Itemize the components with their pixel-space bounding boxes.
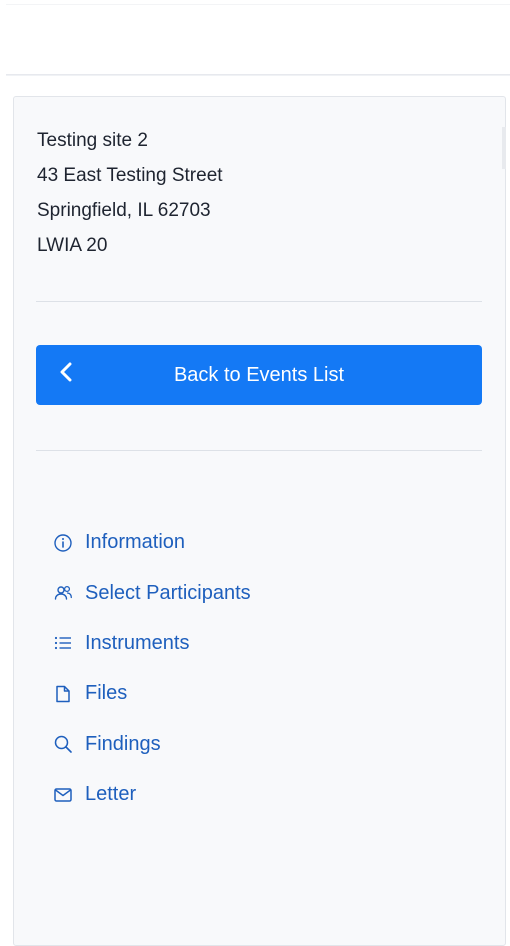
panel-scroll-edge [502, 127, 506, 169]
sidebar-panel: Testing site 2 43 East Testing Street Sp… [13, 96, 506, 946]
site-address: Testing site 2 43 East Testing Street Sp… [37, 123, 223, 263]
back-button-label: Back to Events List [173, 363, 345, 386]
site-name: Testing site 2 [37, 130, 148, 151]
nav-label-select-participants: Select Participants [85, 581, 251, 604]
chevron-left-icon [60, 362, 72, 382]
nav-label-findings: Findings [85, 732, 161, 755]
search-icon [52, 733, 74, 755]
site-street: 43 East Testing Street [37, 165, 223, 186]
header-divider [6, 4, 510, 5]
back-to-events-button[interactable]: Back to Events List [36, 345, 482, 405]
divider-top [36, 301, 482, 302]
site-lwia: LWIA 20 [37, 235, 108, 256]
users-icon [52, 582, 74, 604]
top-header-bar [6, 0, 510, 75]
file-icon [52, 683, 74, 705]
divider-bottom [36, 450, 482, 451]
envelope-icon [52, 784, 74, 806]
site-city-state-zip: Springfield, IL 62703 [37, 200, 211, 221]
nav-item-letter[interactable]: Letter [52, 761, 251, 828]
nav-label-information: Information [85, 531, 186, 554]
info-circle-icon [52, 532, 74, 554]
nav-label-letter: Letter [85, 783, 137, 806]
nav-label-files: Files [85, 682, 128, 705]
nav-label-instruments: Instruments [85, 631, 190, 654]
event-nav: Information Select Participants Instrume… [52, 509, 251, 828]
list-icon [52, 632, 74, 654]
